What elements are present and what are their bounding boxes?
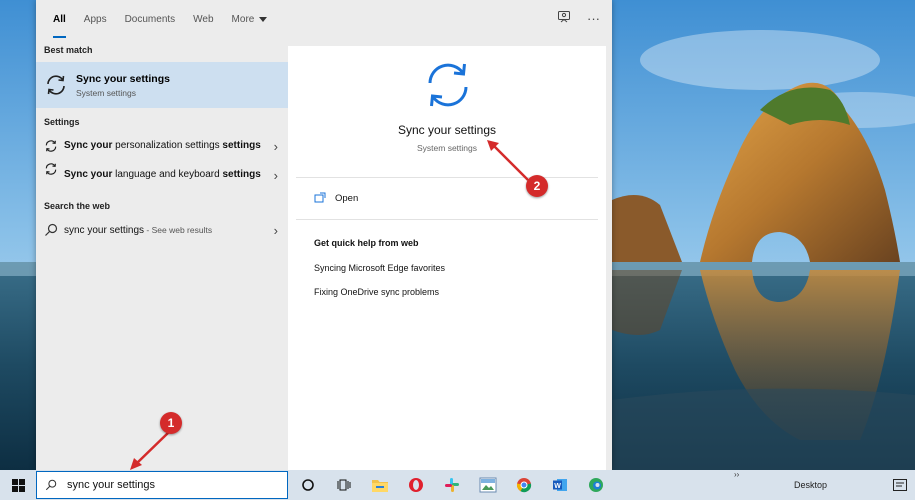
more-options-icon[interactable]: ··· xyxy=(587,11,600,27)
desktop-label[interactable]: Desktop xyxy=(794,480,827,490)
chevron-right-icon[interactable]: › xyxy=(274,139,278,154)
feedback-icon[interactable] xyxy=(557,10,571,28)
tab-all[interactable]: All xyxy=(44,0,75,38)
notification-icon[interactable] xyxy=(885,470,915,500)
help-link-onedrive-sync[interactable]: Fixing OneDrive sync problems xyxy=(314,287,439,297)
quick-help-heading: Get quick help from web xyxy=(314,238,419,248)
search-results-list: Best match Sync your settings System set… xyxy=(36,38,288,470)
slack-icon[interactable] xyxy=(434,470,470,500)
start-button[interactable] xyxy=(0,470,36,500)
chevron-right-icon[interactable]: › xyxy=(274,168,278,183)
divider xyxy=(296,177,598,178)
best-match-subtitle: System settings xyxy=(76,87,136,98)
search-input[interactable] xyxy=(67,479,267,491)
web-result-item[interactable]: sync your settings - See web results › xyxy=(36,218,288,242)
result-language-keyboard-settings[interactable]: Sync your language and keyboard settings… xyxy=(36,158,288,192)
open-icon xyxy=(314,192,326,203)
search-icon xyxy=(45,223,58,236)
result-settings-word: settings xyxy=(219,140,261,151)
taskbar: W ›› Desktop xyxy=(0,470,915,500)
annotation-badge-1: 1 xyxy=(160,412,182,434)
search-icon xyxy=(45,479,57,491)
start-search-panel: All Apps Documents Web More ··· Best mat… xyxy=(36,0,612,470)
opera-icon[interactable] xyxy=(398,470,434,500)
taskbar-tray: Desktop xyxy=(794,470,915,500)
open-action[interactable]: Open xyxy=(314,192,358,204)
open-label: Open xyxy=(335,192,359,204)
tab-more[interactable]: More xyxy=(223,0,277,38)
result-bold-suffix: settings xyxy=(222,169,261,180)
task-view-icon[interactable] xyxy=(326,470,362,500)
preview-subtitle: System settings xyxy=(417,143,477,153)
settings-heading: Settings xyxy=(44,117,80,127)
web-result-extra: - See web results xyxy=(144,224,213,235)
result-bold-prefix: Sync your xyxy=(64,169,113,180)
result-rest: personalization settings xyxy=(112,140,220,151)
tab-web[interactable]: Web xyxy=(184,0,222,38)
result-personalization-settings[interactable]: Sync your personalization settings setti… xyxy=(36,134,288,158)
best-match-sync-settings[interactable]: Sync your settings System settings xyxy=(36,62,288,108)
chevron-right-icon[interactable]: › xyxy=(274,223,278,238)
result-preview-pane: Sync your settings System settings Open … xyxy=(288,46,606,470)
taskbar-apps: W xyxy=(290,470,614,500)
word-icon[interactable]: W xyxy=(542,470,578,500)
tab-documents[interactable]: Documents xyxy=(116,0,185,38)
chrome-icon[interactable] xyxy=(506,470,542,500)
search-web-heading: Search the web xyxy=(44,201,111,211)
svg-text:W: W xyxy=(554,483,561,490)
windows-logo-icon xyxy=(11,478,25,492)
taskbar-search-box[interactable] xyxy=(36,471,288,499)
tab-apps[interactable]: Apps xyxy=(75,0,116,38)
sync-icon xyxy=(45,163,57,175)
preview-title: Sync your settings xyxy=(397,123,497,137)
sync-icon xyxy=(428,63,468,107)
help-link-edge-favorites[interactable]: Syncing Microsoft Edge favorites xyxy=(314,263,445,273)
search-filter-tabs: All Apps Documents Web More ··· xyxy=(36,0,612,38)
web-result-query: sync your settings xyxy=(64,224,145,236)
sync-icon xyxy=(47,75,65,95)
cortana-icon[interactable] xyxy=(290,470,326,500)
file-explorer-icon[interactable] xyxy=(362,470,398,500)
chevron-up-icon[interactable]: ›› xyxy=(734,470,739,479)
best-match-heading: Best match xyxy=(44,45,93,55)
best-match-title: Sync your settings xyxy=(76,72,170,85)
chevron-down-icon xyxy=(259,16,268,22)
photos-icon[interactable] xyxy=(470,470,506,500)
result-bold-prefix: Sync your xyxy=(64,140,113,151)
edge-icon[interactable] xyxy=(578,470,614,500)
sync-icon xyxy=(45,140,57,152)
top-actions: ··· xyxy=(557,10,600,28)
divider xyxy=(296,219,598,220)
result-rest: language and keyboard xyxy=(112,169,223,180)
annotation-badge-2: 2 xyxy=(526,175,548,197)
